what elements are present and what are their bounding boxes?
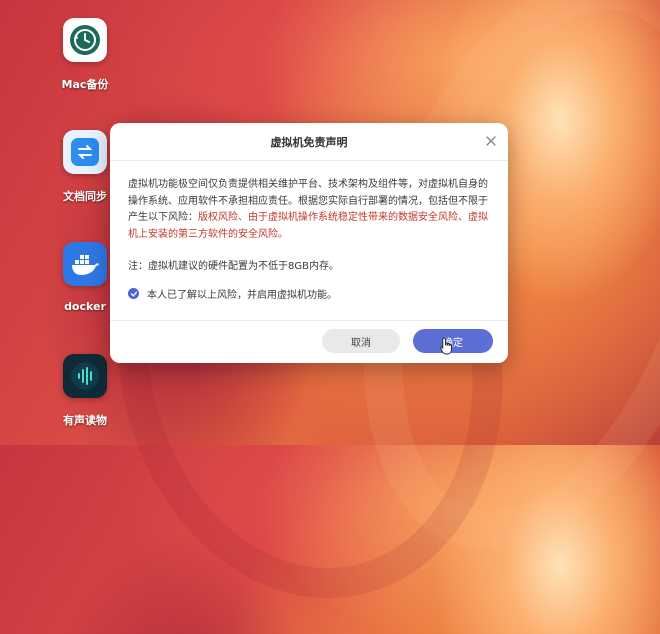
close-button[interactable] bbox=[484, 134, 498, 148]
cancel-button[interactable]: 取消 bbox=[322, 329, 400, 353]
docker-whale-icon bbox=[63, 242, 107, 286]
dialog-header: 虚拟机免责声明 bbox=[110, 123, 508, 161]
close-icon bbox=[486, 136, 496, 146]
agree-checkbox-row[interactable]: 本人已了解以上风险，并启用虚拟机功能。 bbox=[128, 286, 490, 301]
hardware-note: 注：虚拟机建议的硬件配置为不低于8GB内存。 bbox=[128, 261, 339, 272]
checkmark-icon bbox=[130, 291, 137, 297]
desktop-icon-label: 文档同步 bbox=[63, 190, 107, 203]
desktop-icon-label: Mac备份 bbox=[61, 78, 109, 91]
hand-cursor-icon bbox=[440, 337, 452, 355]
desktop-icon-mac-backup[interactable]: Mac备份 bbox=[55, 18, 115, 92]
disclaimer-paragraph: 虚拟机功能极空间仅负责提供相关维护平台、技术架构及组件等，对虚拟机自身的操作系统… bbox=[128, 177, 490, 243]
sync-arrows-icon bbox=[63, 130, 107, 174]
dialog-body: 虚拟机功能极空间仅负责提供相关维护平台、技术架构及组件等，对虚拟机自身的操作系统… bbox=[110, 161, 508, 301]
dialog-title: 虚拟机免责声明 bbox=[270, 135, 348, 149]
time-machine-icon bbox=[63, 18, 107, 62]
desktop-icon-docker[interactable]: docker bbox=[55, 242, 115, 313]
agree-label: 本人已了解以上风险，并启用虚拟机功能。 bbox=[147, 290, 337, 301]
desktop-icon-doc-sync[interactable]: 文档同步 bbox=[55, 130, 115, 204]
desktop-icon-label: docker bbox=[64, 300, 106, 313]
audio-waveform-icon bbox=[63, 354, 107, 398]
desktop-icon-label: 有声读物 bbox=[63, 414, 107, 427]
desktop-icon-audiobook[interactable]: 有声读物 bbox=[55, 354, 115, 428]
agree-checkbox[interactable] bbox=[128, 288, 139, 299]
vm-disclaimer-dialog: 虚拟机免责声明 虚拟机功能极空间仅负责提供相关维护平台、技术架构及组件等，对虚拟… bbox=[110, 123, 508, 363]
